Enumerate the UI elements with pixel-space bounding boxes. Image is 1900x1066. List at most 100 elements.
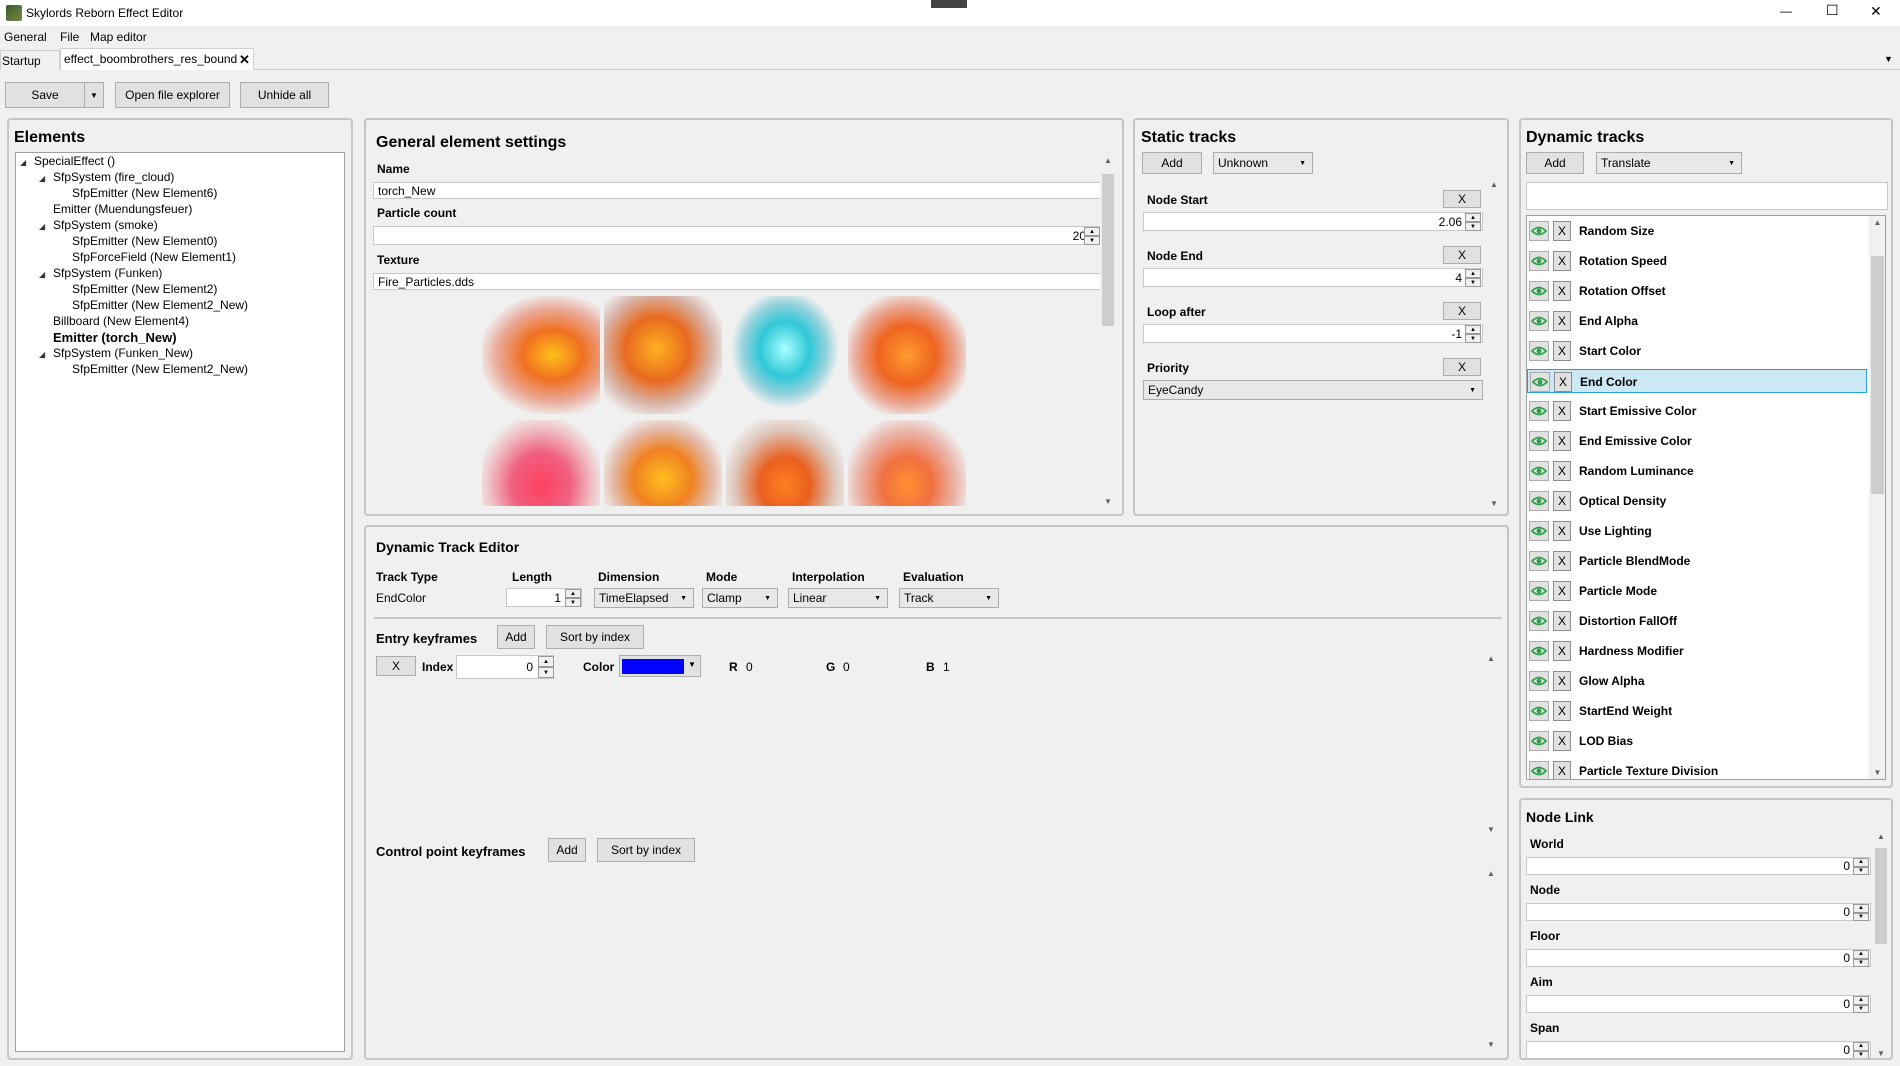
elements-tree[interactable]: ◢ SpecialEffect () ◢ SfpSystem (fire_cloud)… [15,152,345,1052]
remove-track-button[interactable]: X [1553,641,1571,661]
keyframe-remove-button[interactable]: X [376,656,416,676]
dynamic-track-item[interactable]: X End Color [1527,369,1867,393]
tree-item[interactable]: ◢ SfpSystem (Funken_New) [39,346,193,360]
loop-after-remove-button[interactable]: X [1443,302,1481,320]
remove-track-button[interactable]: X [1553,731,1571,751]
dynamic-track-item[interactable]: X End Emissive Color [1527,429,1867,453]
tab-close-icon[interactable]: ✕ [239,52,250,68]
unhide-all-button[interactable]: Unhide all [240,82,329,108]
eye-icon[interactable] [1529,221,1549,241]
node-input[interactable]: 0 [1526,903,1871,921]
aim-input[interactable]: 0 [1526,995,1871,1013]
tree-expander-icon[interactable]: ◢ [39,222,53,231]
tree-item[interactable]: ◢ SfpSystem (Funken) [39,266,162,280]
control-scrollbar[interactable]: ▲ ▼ [1484,869,1498,1049]
dynamic-list-scrollbar[interactable]: ▲ ▼ [1869,216,1885,779]
dynamic-track-item[interactable]: X End Alpha [1527,309,1867,333]
texture-input[interactable]: Fire_Particles.dds [373,273,1107,290]
control-add-button[interactable]: Add [548,838,586,862]
remove-track-button[interactable]: X [1553,461,1571,481]
tree-item[interactable]: SfpEmitter (New Element6) [58,186,217,200]
drag-handle[interactable] [931,0,967,8]
tree-expander-icon[interactable]: ◢ [39,350,53,359]
span-stepper[interactable]: ▲ ▼ [1853,1042,1869,1058]
dynamic-track-item[interactable]: X StartEnd Weight [1527,699,1867,723]
dynamic-track-item[interactable]: X Random Size [1527,219,1867,243]
eye-icon[interactable] [1529,491,1549,511]
remove-track-button[interactable]: X [1553,581,1571,601]
tree-item[interactable]: ◢ SfpSystem (fire_cloud) [39,170,174,184]
node-end-stepper[interactable]: ▲ ▼ [1465,269,1481,287]
tree-item[interactable]: Emitter (Muendungsfeuer) [39,202,192,216]
entry-add-button[interactable]: Add [497,625,535,649]
save-button[interactable]: Save [5,82,85,108]
eye-icon[interactable] [1530,372,1550,392]
mode-select[interactable]: Clamp ▼ [702,588,778,608]
color-picker[interactable]: ▼ [619,655,701,677]
eye-icon[interactable] [1529,431,1549,451]
static-scrollbar[interactable]: ▲ ▼ [1487,180,1501,508]
priority-remove-button[interactable]: X [1443,358,1481,376]
close-button[interactable]: ✕ [1870,3,1882,20]
eye-icon[interactable] [1529,761,1549,779]
remove-track-button[interactable]: X [1553,701,1571,721]
tree-expander-icon[interactable]: ◢ [39,270,53,279]
eye-icon[interactable] [1529,551,1549,571]
dynamic-track-item[interactable]: X Glow Alpha [1527,669,1867,693]
tree-item[interactable]: SfpEmitter (New Element2) [58,282,217,296]
eye-icon[interactable] [1529,581,1549,601]
node-end-remove-button[interactable]: X [1443,246,1481,264]
menu-map-editor[interactable]: Map editor [90,30,147,44]
dynamic-track-item[interactable]: X Particle BlendMode [1527,549,1867,573]
aim-stepper[interactable]: ▲ ▼ [1853,996,1869,1013]
loop-after-input[interactable]: -1 [1143,324,1483,343]
node-start-input[interactable]: 2.06 [1143,212,1483,231]
eye-icon[interactable] [1529,281,1549,301]
dynamic-track-item[interactable]: X Start Emissive Color [1527,399,1867,423]
tree-item[interactable]: SfpForceField (New Element1) [58,250,236,264]
dynamic-track-item[interactable]: X Hardness Modifier [1527,639,1867,663]
eye-icon[interactable] [1529,671,1549,691]
floor-stepper[interactable]: ▲ ▼ [1853,950,1869,967]
tab-overflow-icon[interactable]: ▼ [1884,54,1893,64]
control-sort-button[interactable]: Sort by index [597,838,695,862]
remove-track-button[interactable]: X [1553,551,1571,571]
tree-item[interactable]: SfpEmitter (New Element2_New) [58,362,248,376]
menu-file[interactable]: File [60,30,79,44]
tree-item[interactable]: Billboard (New Element4) [39,314,189,328]
remove-track-button[interactable]: X [1553,671,1571,691]
eye-icon[interactable] [1529,251,1549,271]
minimize-button[interactable]: — [1780,4,1792,18]
dynamic-track-item[interactable]: X Particle Mode [1527,579,1867,603]
world-input[interactable]: 0 [1526,857,1871,875]
index-stepper[interactable]: ▲ ▼ [538,656,554,678]
color-dropdown-icon[interactable]: ▼ [688,660,696,669]
menu-general[interactable]: General [4,30,47,44]
tab-effect[interactable]: effect_boombrothers_res_bound ✕ [60,48,254,70]
remove-track-button[interactable]: X [1553,281,1571,301]
eye-icon[interactable] [1529,701,1549,721]
general-scrollbar[interactable]: ▲ ▼ [1100,156,1116,506]
dynamic-add-button[interactable]: Add [1526,152,1584,174]
dynamic-track-item[interactable]: X Random Luminance [1527,459,1867,483]
remove-track-button[interactable]: X [1553,491,1571,511]
dynamic-track-item[interactable]: X Rotation Speed [1527,249,1867,273]
span-input[interactable]: 0 [1526,1041,1871,1058]
node-stepper[interactable]: ▲ ▼ [1853,904,1869,921]
remove-track-button[interactable]: X [1553,521,1571,541]
world-stepper[interactable]: ▲ ▼ [1853,858,1869,875]
remove-track-button[interactable]: X [1553,611,1571,631]
static-add-button[interactable]: Add [1142,152,1202,174]
node-end-input[interactable]: 4 [1143,268,1483,287]
dynamic-track-item[interactable]: X Rotation Offset [1527,279,1867,303]
node-start-remove-button[interactable]: X [1443,190,1481,208]
eye-icon[interactable] [1529,641,1549,661]
dynamic-track-item[interactable]: X LOD Bias [1527,729,1867,753]
static-type-select[interactable]: Unknown ▼ [1213,152,1313,174]
remove-track-button[interactable]: X [1553,251,1571,271]
entry-sort-button[interactable]: Sort by index [546,625,644,649]
eye-icon[interactable] [1529,521,1549,541]
tree-expander-icon[interactable]: ◢ [39,174,53,183]
length-stepper[interactable]: ▲ ▼ [565,589,581,607]
dynamic-track-item[interactable]: X Optical Density [1527,489,1867,513]
